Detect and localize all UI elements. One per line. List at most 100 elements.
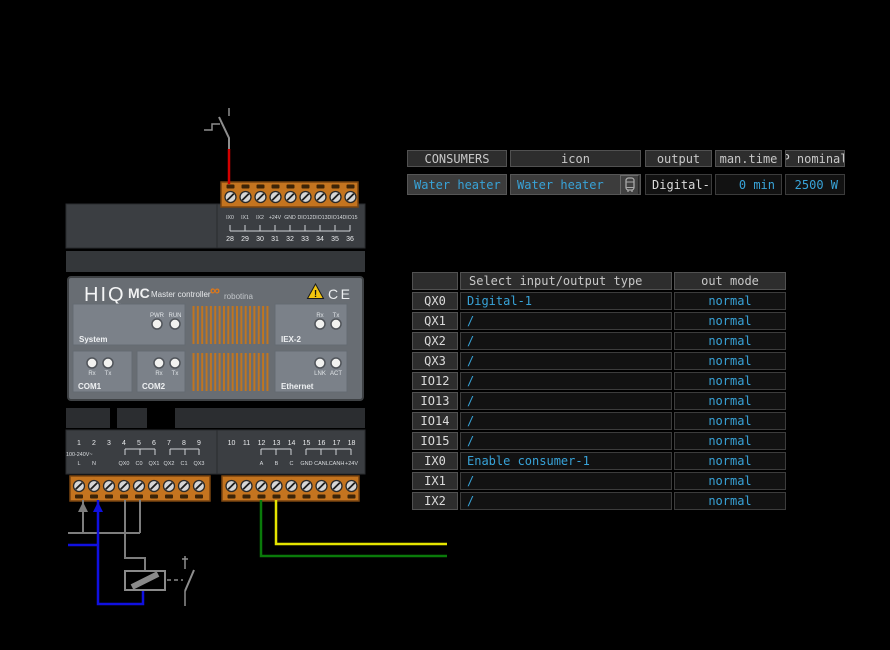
- model-name-label: Master controller: [151, 290, 211, 299]
- brand-logo: HIQ: [84, 284, 126, 306]
- io-mode-cell[interactable]: normal: [674, 392, 786, 410]
- terminal-label: QX1: [148, 461, 159, 467]
- terminal-label: 18: [348, 440, 356, 447]
- terminal-label: 29: [241, 236, 249, 243]
- io-row: QX2/normal: [412, 332, 788, 350]
- terminal-label: 7: [167, 440, 171, 447]
- io-channel-cell: IX0: [412, 452, 458, 470]
- terminal-label: 5: [137, 440, 141, 447]
- terminal-label: QX3: [193, 461, 204, 467]
- p-nominal-value-cell[interactable]: 2500 W: [785, 174, 845, 195]
- terminal-label: QX2: [163, 461, 174, 467]
- consumer-name-cell[interactable]: Water heater: [407, 174, 507, 195]
- terminal-label: 9: [197, 440, 201, 447]
- terminal-label: 14: [288, 440, 296, 447]
- terminal-label: A: [260, 461, 264, 467]
- io-type-cell[interactable]: Digital-1: [460, 292, 672, 310]
- io-row: QX3/normal: [412, 352, 788, 370]
- terminal-label: DIO12: [298, 215, 313, 221]
- terminal-label: 17: [333, 440, 341, 447]
- io-row: IO12/normal: [412, 372, 788, 390]
- io-mode-cell[interactable]: normal: [674, 352, 786, 370]
- io-type-cell[interactable]: /: [460, 412, 672, 430]
- terminal-label: C0: [135, 461, 142, 467]
- panel-ethernet-label: Ethernet: [281, 382, 314, 391]
- terminal-label: 13: [273, 440, 281, 447]
- consumers-table-header: CONSUMERS icon: [407, 150, 641, 167]
- io-mode-cell[interactable]: normal: [674, 432, 786, 450]
- io-select-header-cell: Select input/output type: [460, 272, 672, 290]
- terminal-label: +24V: [345, 461, 358, 467]
- panel-iex2-label: IEX-2: [281, 335, 302, 344]
- io-channel-header-cell: [412, 272, 458, 290]
- io-type-cell[interactable]: /: [460, 352, 672, 370]
- wire-neutral: [68, 500, 143, 604]
- terminal-label: IX0: [226, 215, 234, 221]
- man-time-value-cell[interactable]: 0 min: [715, 174, 782, 195]
- output-value-cell[interactable]: Digital-1: [645, 174, 712, 195]
- warning-mark: !: [314, 289, 317, 300]
- io-mode-cell[interactable]: normal: [674, 312, 786, 330]
- io-row: QX0Digital-1normal: [412, 292, 788, 310]
- terminal-label: +24V: [269, 215, 282, 221]
- terminal-label: 1: [77, 440, 81, 447]
- terminal-label: 31: [271, 236, 279, 243]
- switch-symbol: [204, 108, 229, 150]
- io-mode-cell[interactable]: normal: [674, 452, 786, 470]
- led-label-rx: Rx: [316, 313, 323, 319]
- terminal-label: 4: [122, 440, 126, 447]
- io-row: IO15/normal: [412, 432, 788, 450]
- terminal-label: 2: [92, 440, 96, 447]
- io-mode-cell[interactable]: normal: [674, 472, 786, 490]
- io-type-cell[interactable]: /: [460, 392, 672, 410]
- io-type-cell[interactable]: /: [460, 492, 672, 510]
- io-type-cell[interactable]: /: [460, 312, 672, 330]
- terminal-label: 10: [228, 440, 236, 447]
- io-table-header: Select input/output type out mode: [412, 272, 788, 290]
- io-channel-cell: IX2: [412, 492, 458, 510]
- io-mode-cell[interactable]: normal: [674, 492, 786, 510]
- io-channel-cell: IO13: [412, 392, 458, 410]
- infinity-icon: ∞: [210, 282, 220, 298]
- io-type-cell[interactable]: /: [460, 472, 672, 490]
- relay-contact-symbol: [182, 556, 194, 606]
- io-table-rows: QX0Digital-1normalQX1/normalQX2/normalQX…: [412, 292, 788, 510]
- consumer-icon-cell[interactable]: Water heater: [510, 174, 641, 195]
- terminal-label: CANL: [314, 461, 329, 467]
- io-channel-cell: IO15: [412, 432, 458, 450]
- led-label-tx: Tx: [333, 313, 340, 319]
- maker-logo-label: robotina: [224, 292, 253, 301]
- terminal-label: DIO14: [328, 215, 343, 221]
- panel-system-label: System: [79, 335, 107, 344]
- icon-header-cell: icon: [510, 150, 641, 167]
- terminal-label: N: [92, 461, 96, 467]
- io-type-cell[interactable]: /: [460, 372, 672, 390]
- terminal-label: 34: [316, 236, 324, 243]
- io-mode-cell[interactable]: normal: [674, 372, 786, 390]
- io-row: IX2/normal: [412, 492, 788, 510]
- io-type-cell[interactable]: Enable consumer-1: [460, 452, 672, 470]
- water-heater-icon[interactable]: [620, 175, 639, 195]
- consumer-icon-label: Water heater: [517, 178, 604, 192]
- arrow-neutral: [93, 502, 103, 512]
- io-channel-cell: QX1: [412, 312, 458, 330]
- io-channel-cell: QX3: [412, 352, 458, 370]
- io-mode-cell[interactable]: normal: [674, 292, 786, 310]
- io-mode-cell[interactable]: normal: [674, 412, 786, 430]
- io-type-cell[interactable]: /: [460, 432, 672, 450]
- relay-coil-symbol: [125, 571, 165, 590]
- io-type-cell[interactable]: /: [460, 332, 672, 350]
- consumer-row: Water heater Water heater: [407, 174, 641, 195]
- consumers-header-cell: CONSUMERS: [407, 150, 507, 167]
- terminal-label: 36: [346, 236, 354, 243]
- terminal-label: C: [290, 461, 294, 467]
- terminal-label: CANH: [329, 461, 345, 467]
- io-channel-cell: QX0: [412, 292, 458, 310]
- terminal-label: GND: [300, 461, 312, 467]
- io-row: IO14/normal: [412, 412, 788, 430]
- terminal-label: L: [77, 461, 80, 467]
- io-channel-cell: QX2: [412, 332, 458, 350]
- output-row: Digital-1 0 min 2500 W: [645, 174, 845, 195]
- io-mode-cell[interactable]: normal: [674, 332, 786, 350]
- io-row: IO13/normal: [412, 392, 788, 410]
